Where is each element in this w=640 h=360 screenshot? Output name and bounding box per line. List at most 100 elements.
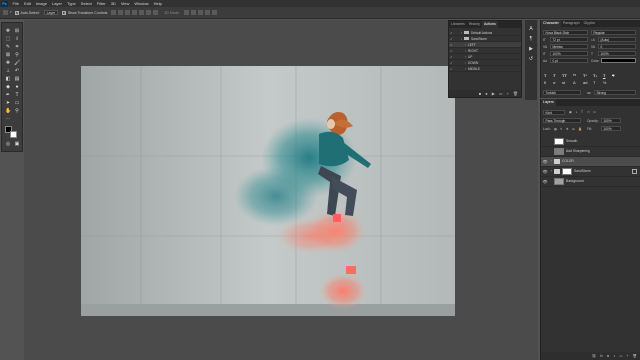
more-options-icon[interactable] — [153, 10, 159, 15]
oldstyle-icon[interactable]: ơ — [553, 80, 556, 85]
auto-select-checkbox[interactable]: ✓ — [15, 10, 19, 15]
history-brush-tool-icon[interactable]: ↶ — [14, 68, 20, 74]
chevron-down-icon[interactable]: ▾ — [10, 10, 13, 15]
history-panel-icon[interactable]: ↺ — [528, 56, 534, 62]
menu-layer[interactable]: Layer — [49, 0, 64, 7]
subscript-icon[interactable]: T₁ — [593, 73, 597, 78]
move-tool-icon[interactable]: ✥ — [5, 28, 11, 34]
layer-row-sandstorm[interactable]: 👁 › SandStorm — [541, 167, 640, 177]
tab-layers[interactable]: Layers — [541, 99, 556, 106]
ordinals-icon[interactable]: T — [593, 80, 595, 85]
font-style-dropdown[interactable]: Regular — [591, 30, 636, 35]
layer-row-smooth[interactable]: Smooth — [541, 137, 640, 147]
filter-smart-object-icon[interactable]: ⊡ — [593, 110, 596, 114]
add-mask-icon[interactable]: ◘ — [607, 354, 609, 358]
frame-tool-icon[interactable]: ⊠ — [5, 52, 11, 58]
check-icon[interactable]: ✓ — [449, 67, 454, 71]
filter-shape-icon[interactable]: ▭ — [587, 110, 590, 114]
move-tool-preset-icon[interactable] — [3, 10, 8, 15]
new-set-icon[interactable]: ▭ — [499, 91, 503, 96]
menu-edit[interactable]: Edit — [21, 0, 33, 7]
tab-actions[interactable]: Actions — [481, 21, 498, 28]
paragraph-panel-icon[interactable]: ¶ — [528, 36, 534, 42]
shape-tool-icon[interactable]: ▭ — [14, 100, 20, 106]
tab-libraries[interactable]: Libraries — [449, 21, 467, 28]
auto-select-option[interactable]: ✓ Auto-Select: — [15, 10, 40, 15]
all-caps-icon[interactable]: TT — [562, 73, 567, 78]
layer-options-icon[interactable] — [632, 168, 637, 174]
healing-tool-icon[interactable]: ✚ — [5, 60, 11, 66]
blend-mode-dropdown[interactable]: Pass Through — [543, 118, 581, 123]
check-icon[interactable]: ✓ — [449, 55, 454, 59]
text-color-swatch[interactable] — [601, 58, 636, 63]
artboard-tool-icon[interactable]: ⊞ — [14, 28, 20, 34]
tracking-field[interactable]: 0 — [598, 44, 636, 49]
anti-alias-dropdown[interactable]: Strong — [594, 90, 636, 95]
strikethrough-icon[interactable]: T — [612, 73, 614, 78]
stop-icon[interactable]: ■ — [479, 91, 481, 96]
fill-field[interactable]: 100% — [601, 126, 621, 131]
font-size-field[interactable]: 72 pt — [550, 37, 588, 42]
faux-italic-icon[interactable]: T — [553, 73, 555, 78]
superscript-icon[interactable]: T¹ — [583, 73, 587, 78]
more-tools-icon[interactable]: ⋯ — [5, 116, 11, 122]
tab-character[interactable]: Character — [541, 20, 561, 27]
clone-stamp-tool-icon[interactable]: ⊥ — [5, 68, 11, 74]
auto-select-target-dropdown[interactable]: Layer — [43, 10, 59, 15]
zoom-tool-icon[interactable]: ⚲ — [14, 108, 20, 114]
tab-paragraph[interactable]: Paragraph — [561, 20, 582, 27]
new-group-icon[interactable]: ▭ — [619, 354, 622, 358]
screen-mode-icon[interactable]: ▣ — [14, 141, 20, 147]
faux-bold-icon[interactable]: T — [544, 73, 546, 78]
filter-adjustment-icon[interactable]: ◑ — [575, 110, 577, 114]
document-canvas[interactable] — [81, 66, 455, 316]
lock-position-icon[interactable]: ✥ — [566, 127, 569, 131]
horizontal-scale-field[interactable]: 100% — [598, 51, 636, 56]
filter-type-icon[interactable]: T — [581, 110, 583, 114]
menu-select[interactable]: Select — [78, 0, 94, 7]
eraser-tool-icon[interactable]: ◧ — [5, 76, 11, 82]
lasso-tool-icon[interactable]: ℓ — [14, 36, 20, 42]
lock-artboard-icon[interactable]: ⊞ — [572, 127, 575, 131]
alternates-icon[interactable]: A — [573, 80, 576, 85]
hand-tool-icon[interactable]: ✋ — [5, 108, 11, 114]
transform-controls-option[interactable]: ✓ Show Transform Controls — [62, 10, 107, 15]
check-icon[interactable]: ✓ — [449, 61, 454, 65]
align-center-icon[interactable] — [118, 10, 124, 15]
adjustment-layer-icon[interactable]: ◑ — [613, 354, 615, 358]
background-color-swatch[interactable] — [10, 131, 17, 138]
swash-icon[interactable]: st — [562, 80, 565, 85]
eyedropper-tool-icon[interactable]: ⚲ — [14, 52, 20, 58]
new-layer-icon[interactable]: + — [627, 354, 629, 358]
layer-style-icon[interactable]: fx — [600, 354, 603, 358]
small-caps-icon[interactable]: Tt — [573, 73, 576, 77]
crop-tool-icon[interactable]: ⌗ — [14, 44, 20, 50]
menu-image[interactable]: Image — [33, 0, 49, 7]
eye-icon[interactable]: 👁 — [541, 169, 549, 174]
baseline-shift-field[interactable]: 0 pt — [550, 58, 588, 63]
tab-history[interactable]: History — [467, 21, 482, 28]
3d-roll-icon[interactable] — [190, 10, 196, 15]
lock-pixels-icon[interactable]: ✎ — [560, 127, 563, 131]
filter-pixel-icon[interactable]: ▣ — [569, 110, 572, 114]
new-action-icon[interactable]: + — [507, 91, 509, 96]
eye-icon[interactable]: 👁 — [541, 159, 549, 164]
gradient-tool-icon[interactable]: ▤ — [14, 76, 20, 82]
align-left-icon[interactable] — [111, 10, 117, 15]
kerning-field[interactable]: Metrics — [550, 44, 588, 49]
lock-transparency-icon[interactable]: ▦ — [554, 127, 557, 131]
dodge-tool-icon[interactable]: ● — [14, 84, 20, 90]
quick-select-tool-icon[interactable]: ✎ — [5, 44, 11, 50]
play-icon[interactable]: ▶ — [492, 91, 495, 96]
menu-filter[interactable]: Filter — [94, 0, 108, 7]
check-icon[interactable]: ✓ — [449, 43, 454, 47]
link-layers-icon[interactable]: ⛓ — [592, 354, 596, 358]
menu-help[interactable]: Help — [151, 0, 164, 7]
titling-icon[interactable]: ad — [583, 80, 587, 85]
align-bottom-icon[interactable] — [146, 10, 152, 15]
record-icon[interactable]: ● — [485, 91, 487, 96]
pen-tool-icon[interactable]: ✒ — [5, 92, 11, 98]
align-middle-icon[interactable] — [139, 10, 145, 15]
menu-window[interactable]: Window — [132, 0, 151, 7]
lock-all-icon[interactable]: 🔒 — [578, 127, 582, 131]
